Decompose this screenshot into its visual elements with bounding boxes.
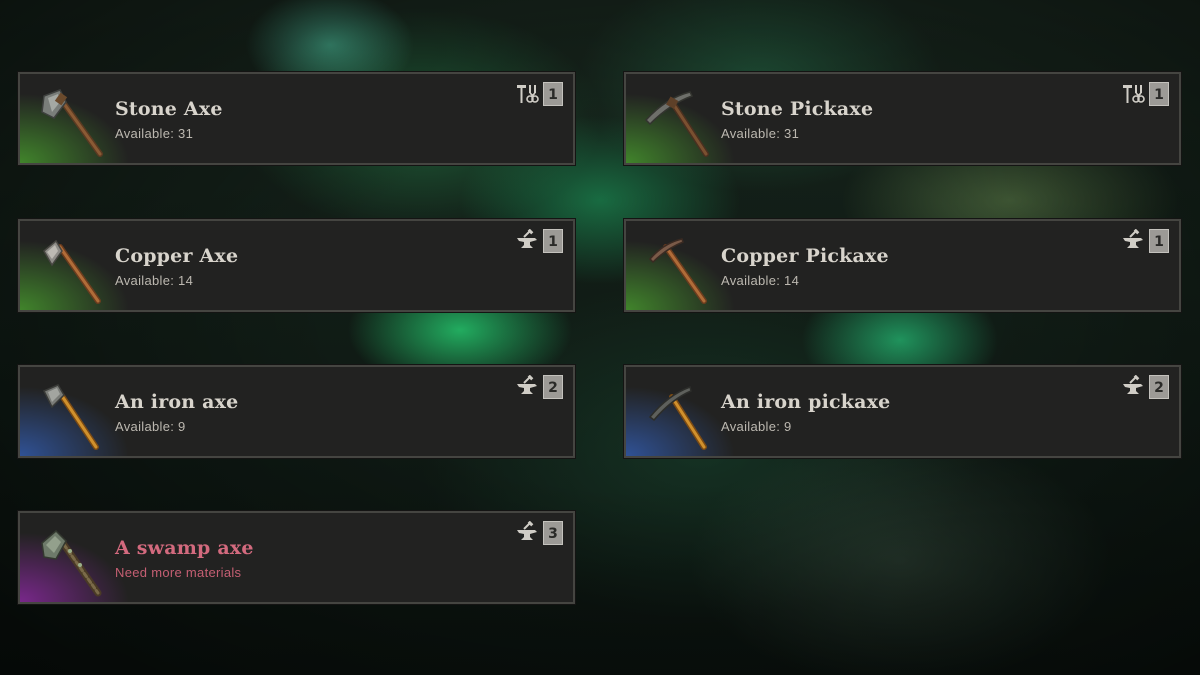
stone-axe-icon (41, 89, 103, 157)
iron-pickaxe-icon (648, 386, 707, 450)
recipe-card-copper-axe[interactable]: Copper Axe Available: 14 1 (18, 219, 575, 312)
recipe-status: Available: 9 (721, 419, 792, 434)
recipe-name: Stone Axe (115, 98, 223, 120)
recipe-name: A swamp axe (115, 537, 254, 559)
copper-pickaxe-icon (648, 238, 707, 304)
tier-badge: 1 (1149, 229, 1169, 253)
workbench-tools-icon (517, 85, 539, 103)
anvil-icon (517, 229, 537, 248)
recipe-name: Stone Pickaxe (721, 98, 874, 120)
anvil-icon (517, 375, 537, 394)
recipe-status: Available: 14 (721, 273, 800, 288)
anvil-icon (1123, 229, 1143, 248)
iron-axe-icon (42, 384, 99, 450)
recipe-card-copper-pickaxe[interactable]: Copper Pickaxe Available: 14 1 (624, 219, 1181, 312)
recipe-status: Available: 14 (115, 273, 194, 288)
tier-badge: 2 (543, 375, 563, 399)
tier-badge: 3 (543, 521, 563, 545)
recipe-status: Available: 31 (115, 126, 194, 141)
recipe-status: Need more materials (115, 565, 242, 580)
recipe-card-iron-axe[interactable]: An iron axe Available: 9 2 (18, 365, 575, 458)
tier-badge: 1 (543, 82, 563, 106)
tier-badge: 2 (1149, 375, 1169, 399)
copper-axe-icon (43, 239, 101, 304)
recipe-card-iron-pickaxe[interactable]: An iron pickaxe Available: 9 2 (624, 365, 1181, 458)
recipe-name: An iron axe (115, 391, 239, 413)
recipe-card-stone-pickaxe[interactable]: Stone Pickaxe Available: 31 1 (624, 72, 1181, 165)
recipe-name: An iron pickaxe (721, 391, 891, 413)
recipe-status: Available: 9 (115, 419, 186, 434)
tier-badge: 1 (543, 229, 563, 253)
workbench-tools-icon (1123, 85, 1145, 103)
recipe-name: Copper Pickaxe (721, 245, 889, 267)
recipe-card-swamp-axe[interactable]: A swamp axe Need more materials 3 (18, 511, 575, 604)
anvil-icon (517, 521, 537, 540)
swamp-axe-icon (41, 529, 102, 597)
anvil-icon (1123, 375, 1143, 394)
recipe-status: Available: 31 (721, 126, 800, 141)
stone-pickaxe-icon (644, 91, 709, 157)
recipe-card-stone-axe[interactable]: Stone Axe Available: 31 1 (18, 72, 575, 165)
tier-badge: 1 (1149, 82, 1169, 106)
recipe-name: Copper Axe (115, 245, 239, 267)
